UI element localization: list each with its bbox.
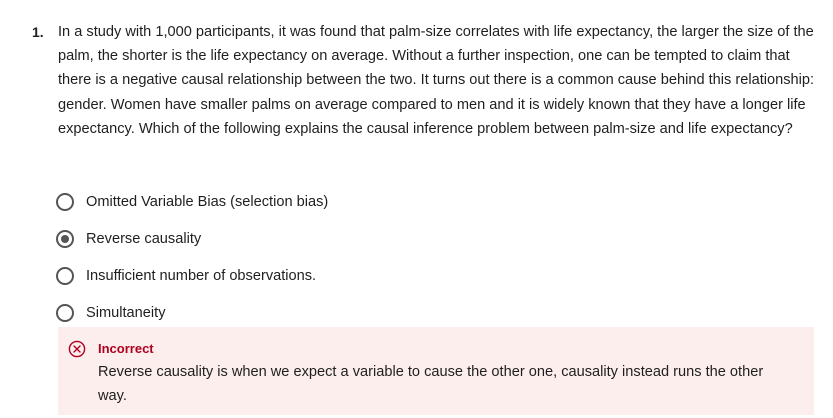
answer-options: Omitted Variable Bias (selection bias) R…	[56, 183, 328, 331]
feedback-panel: Incorrect Reverse causality is when we e…	[58, 327, 814, 415]
option-label: Simultaneity	[86, 304, 166, 321]
option-simultaneity[interactable]: Simultaneity	[56, 294, 328, 331]
x-circle-icon	[68, 340, 86, 358]
option-label: Insufficient number of observations.	[86, 267, 317, 284]
option-insufficient-observations[interactable]: Insufficient number of observations.	[56, 257, 328, 294]
question-number: 1.	[32, 24, 44, 40]
option-label: Reverse causality	[86, 230, 202, 247]
radio-button[interactable]	[56, 192, 74, 211]
question-text: In a study with 1,000 participants, it w…	[58, 24, 815, 137]
feedback-status: Incorrect	[98, 341, 154, 356]
radio-button[interactable]	[56, 303, 74, 322]
option-omitted-variable-bias[interactable]: Omitted Variable Bias (selection bias)	[56, 183, 328, 220]
radio-button-selected[interactable]	[56, 229, 74, 248]
option-reverse-causality[interactable]: Reverse causality	[56, 220, 328, 257]
radio-button[interactable]	[56, 266, 74, 285]
option-label: Omitted Variable Bias (selection bias)	[86, 193, 329, 210]
feedback-explanation: Reverse causality is when we expect a va…	[98, 364, 764, 405]
